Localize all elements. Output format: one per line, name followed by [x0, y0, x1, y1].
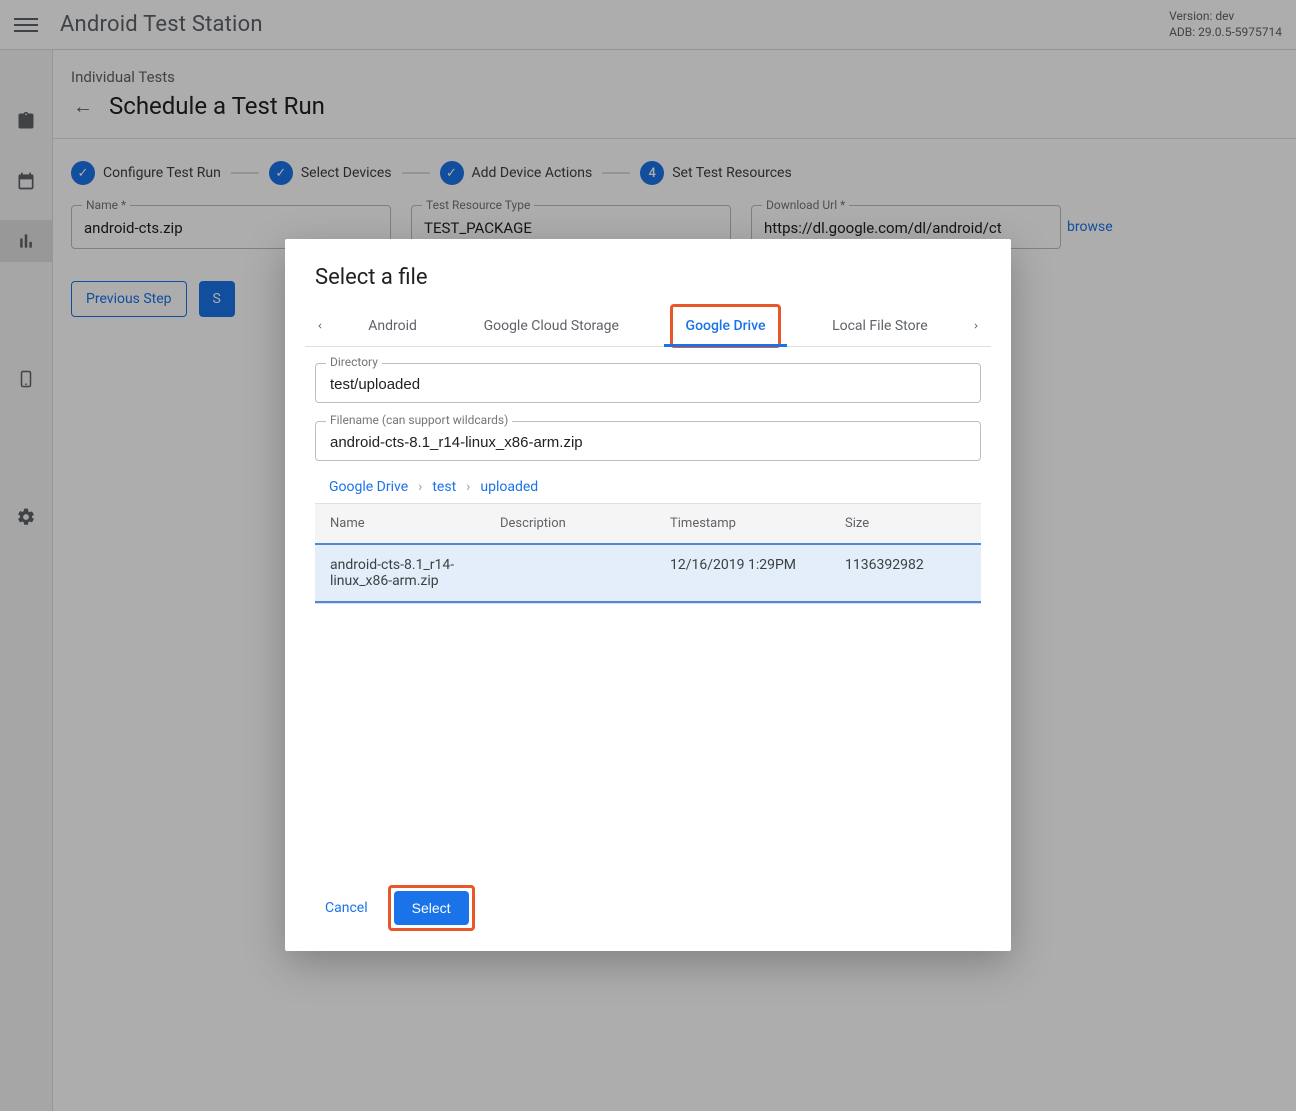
filename-field[interactable]: Filename (can support wildcards)	[315, 421, 981, 461]
file-table: Name Description Timestamp Size android-…	[315, 503, 981, 604]
directory-input[interactable]	[328, 375, 968, 394]
tabs-row: Android Google Cloud Storage Google Driv…	[305, 306, 991, 347]
tab-android[interactable]: Android	[354, 306, 431, 346]
table-header: Name Description Timestamp Size	[315, 504, 981, 543]
chevron-right-icon: ›	[466, 479, 470, 495]
filename-input[interactable]	[328, 433, 968, 452]
crumb-folder-2[interactable]: uploaded	[480, 479, 538, 495]
chevron-right-icon: ›	[418, 479, 422, 495]
table-row[interactable]: android-cts-8.1_r14-linux_x86-arm.zip 12…	[315, 543, 981, 603]
breadcrumb-path: Google Drive › test › uploaded	[329, 479, 981, 495]
select-button[interactable]: Select	[394, 891, 469, 925]
tab-local-file-store[interactable]: Local File Store	[818, 306, 942, 346]
cancel-button[interactable]: Cancel	[315, 892, 378, 924]
tab-google-drive[interactable]: Google Drive	[672, 306, 780, 346]
crumb-folder-1[interactable]: test	[432, 479, 456, 495]
select-button-highlight: Select	[388, 885, 475, 931]
directory-field[interactable]: Directory	[315, 363, 981, 403]
chevron-right-icon[interactable]	[963, 306, 989, 346]
crumb-root[interactable]: Google Drive	[329, 479, 408, 495]
tab-google-cloud-storage[interactable]: Google Cloud Storage	[470, 306, 633, 346]
select-file-dialog: Select a file Android Google Cloud Stora…	[285, 239, 1011, 951]
dialog-title: Select a file	[315, 265, 981, 290]
chevron-left-icon[interactable]	[307, 306, 333, 346]
